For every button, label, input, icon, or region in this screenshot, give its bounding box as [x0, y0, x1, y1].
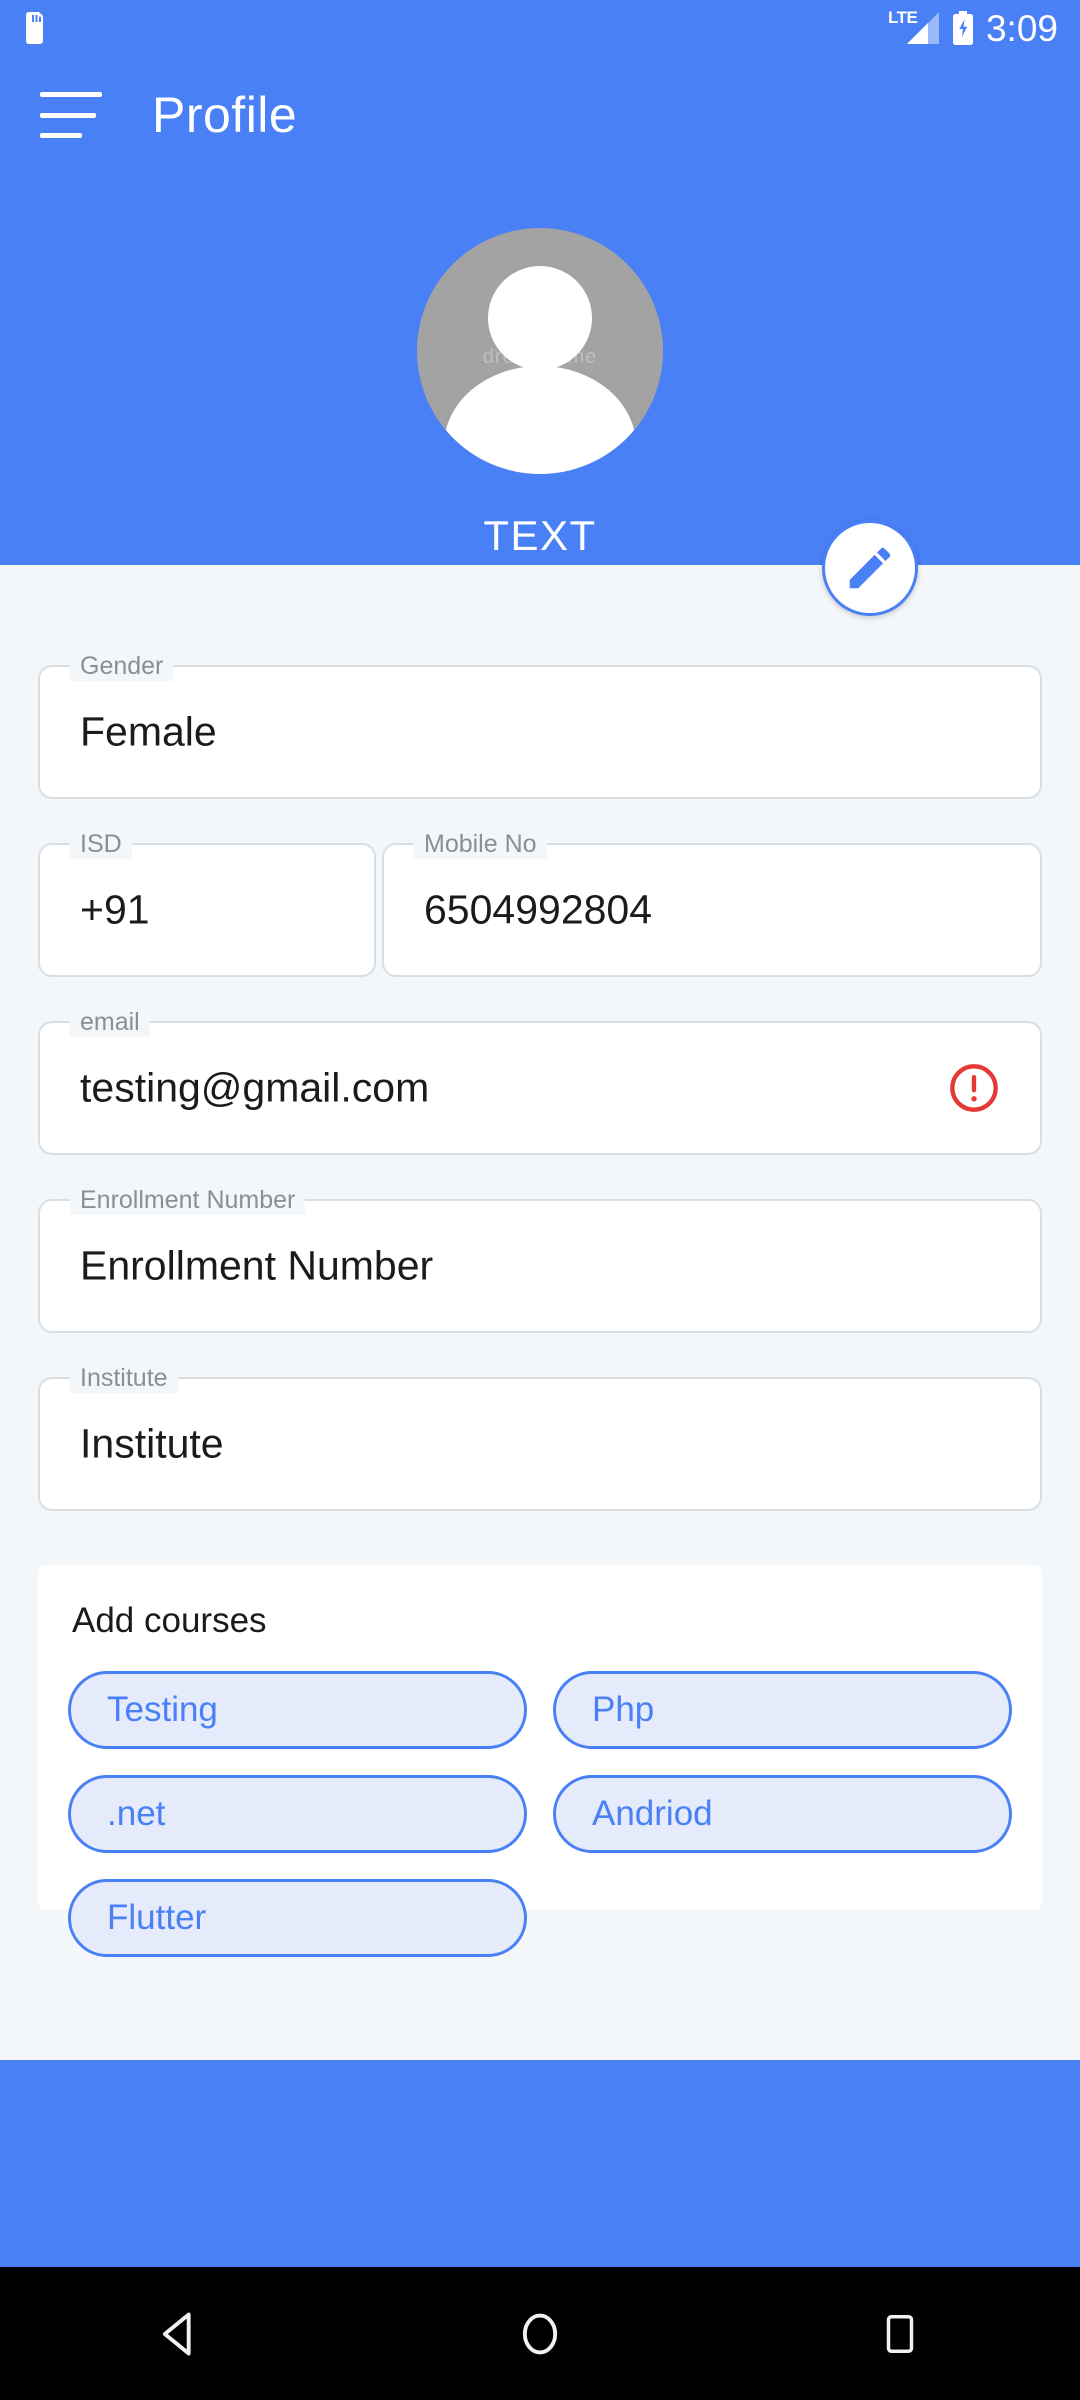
course-chip[interactable]: .net: [68, 1775, 527, 1853]
gender-field-value: Female: [80, 708, 217, 755]
recents-square-icon: [886, 2314, 914, 2353]
pencil-edit-icon: [849, 547, 891, 589]
mobile-field-label: Mobile No: [414, 829, 547, 859]
gender-field[interactable]: Gender Female: [38, 651, 1042, 799]
avatar[interactable]: dreamstime: [417, 228, 663, 474]
footer-blue-area: [0, 2060, 1080, 2267]
enrollment-number-field[interactable]: Enrollment Number Enrollment Number: [38, 1185, 1042, 1333]
sdcard-icon: [26, 12, 43, 44]
battery-charging-icon: [952, 11, 973, 45]
status-bar: LTE 3:09: [0, 0, 1080, 56]
isd-field-value: +91: [80, 886, 150, 933]
clock: 3:09: [985, 7, 1058, 49]
isd-field-label: ISD: [70, 829, 132, 859]
email-field-value: testing@gmail.com: [80, 1064, 430, 1111]
signal-bars-icon: [906, 12, 939, 44]
mobile-field-value: 6504992804: [424, 886, 653, 933]
institute-field[interactable]: Institute Institute: [38, 1363, 1042, 1511]
isd-field[interactable]: ISD +91: [38, 829, 376, 977]
phone-screen: Profile dreamstime TEXT LTE 3:09 Gender …: [0, 0, 1080, 2400]
avatar-watermark: dreamstime: [482, 346, 598, 368]
mobile-field[interactable]: Mobile No 6504992804: [382, 829, 1042, 977]
page-title: Profile: [152, 87, 298, 143]
hamburger-menu-icon[interactable]: [40, 92, 102, 138]
profile-name: TEXT: [483, 512, 597, 559]
email-field[interactable]: email testing@gmail.com: [38, 1007, 1042, 1155]
nav-back-button[interactable]: [120, 2274, 240, 2394]
add-courses-card: Add courses Testing Php .net Andriod Flutter: [38, 1565, 1042, 1957]
nav-recents-button[interactable]: [840, 2274, 960, 2394]
profile-header: Profile dreamstime TEXT: [0, 0, 1080, 565]
edit-profile-button[interactable]: [822, 520, 918, 616]
avatar-body-shape: [444, 366, 636, 474]
home-circle-icon: [522, 2313, 558, 2354]
status-bar-right: LTE 3:09: [888, 9, 1080, 47]
nav-home-button[interactable]: [480, 2274, 600, 2394]
course-chip[interactable]: Php: [553, 1671, 1012, 1749]
course-chip-label: Php: [592, 1690, 655, 1729]
profile-form: Gender Female ISD +91 Mobile No 65049928…: [0, 565, 1080, 2060]
institute-field-value: Institute: [80, 1420, 224, 1467]
course-chip-label: .net: [107, 1794, 166, 1833]
android-nav-bar: [0, 2267, 1080, 2400]
network-indicator: LTE: [888, 9, 940, 47]
app-bar: Profile: [0, 72, 1080, 158]
course-chip-list: Testing Php .net Andriod Flutter: [68, 1671, 1012, 1957]
course-chip[interactable]: Flutter: [68, 1879, 527, 1957]
error-circle-icon[interactable]: [948, 1062, 1000, 1114]
back-triangle-icon: [162, 2312, 191, 2355]
email-field-label: email: [70, 1007, 150, 1037]
status-bar-left: [0, 12, 46, 44]
course-chip[interactable]: Testing: [68, 1671, 527, 1749]
enrollment-number-field-label: Enrollment Number: [70, 1185, 306, 1215]
enrollment-number-field-value: Enrollment Number: [80, 1242, 434, 1289]
course-chip[interactable]: Andriod: [553, 1775, 1012, 1853]
institute-field-label: Institute: [70, 1363, 178, 1393]
course-chip-label: Andriod: [592, 1794, 713, 1833]
course-chip-label: Testing: [107, 1690, 218, 1729]
course-chip-label: Flutter: [107, 1898, 207, 1937]
add-courses-title: Add courses: [72, 1601, 267, 1640]
gender-field-label: Gender: [70, 651, 174, 681]
